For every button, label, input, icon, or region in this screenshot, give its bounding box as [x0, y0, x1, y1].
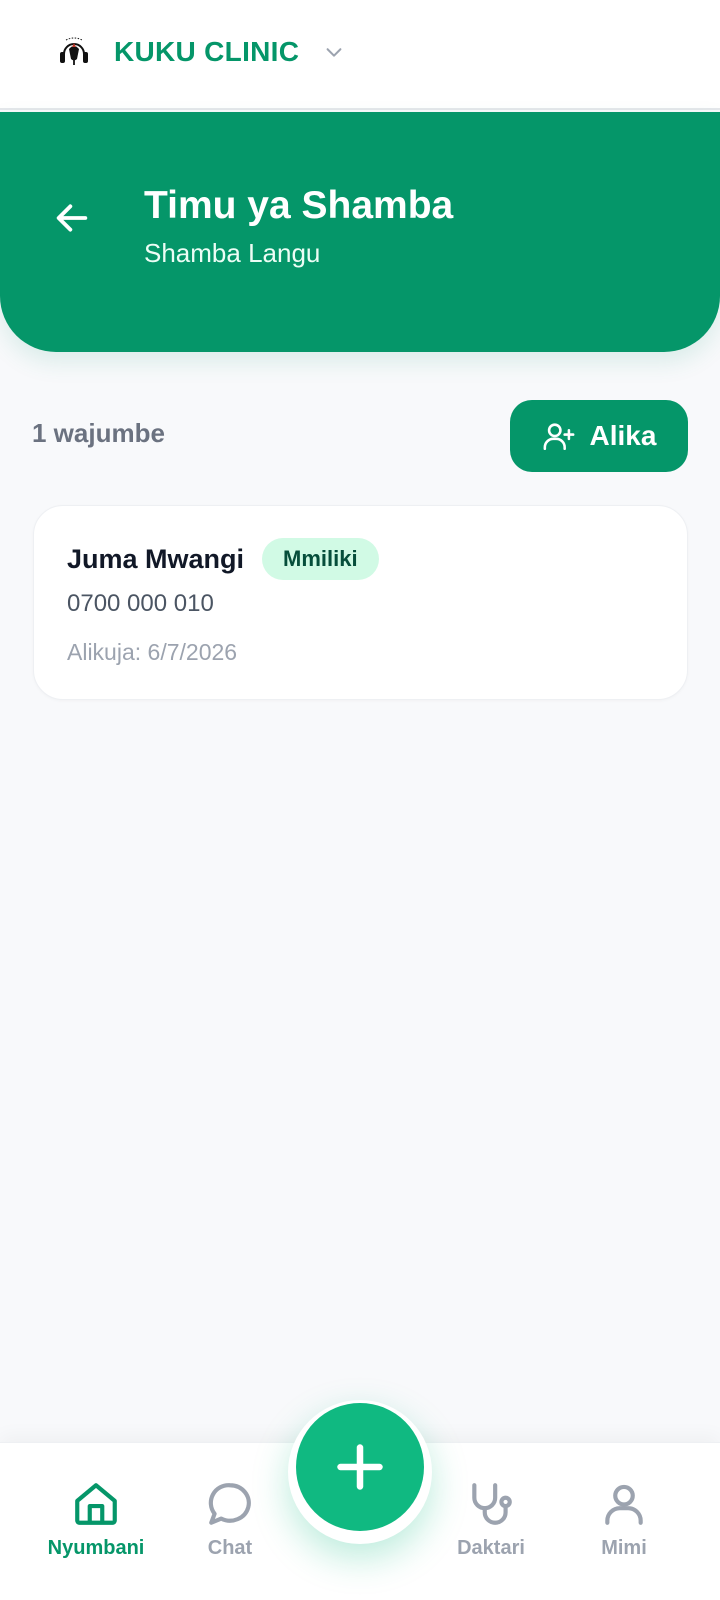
page-subtitle: Shamba Langu [144, 238, 321, 268]
nav-label-chat: Chat [207, 1537, 253, 1559]
home-icon [75, 1483, 117, 1525]
member-card[interactable]: Juma Mwangi Mmiliki 0700 000 010 Alikuja… [33, 505, 688, 700]
member-name: Juma Mwangi [67, 543, 245, 574]
invite-button-label: Alika [589, 420, 657, 451]
member-header: Juma Mwangi Mmiliki [67, 538, 379, 580]
nav-item-home[interactable]: Nyumbani [26, 1479, 166, 1560]
add-action-button[interactable] [296, 1403, 424, 1531]
clinic-switcher[interactable]: KUKU CLINIC [56, 34, 345, 70]
stethoscope-icon [472, 1483, 512, 1525]
user-icon [605, 1484, 643, 1525]
page-header: Timu ya Shamba Shamba Langu [0, 112, 720, 352]
member-count: 1 wajumbe [32, 418, 165, 448]
chat-bubble-icon [208, 1483, 251, 1525]
nav-label-mimi: Mimi [601, 1537, 647, 1559]
top-app-bar: KUKU CLINIC [0, 0, 720, 110]
nav-label-home: Nyumbani [47, 1537, 145, 1559]
nav-item-chat[interactable]: Chat [160, 1479, 300, 1560]
nav-item-mimi[interactable]: Mimi [554, 1479, 694, 1560]
rooster-logo-icon [60, 37, 88, 65]
back-button[interactable] [46, 192, 98, 244]
member-joined-date: Alikuja: 6/7/2026 [67, 639, 238, 665]
arrow-left-icon [56, 204, 88, 232]
member-phone: 0700 000 010 [67, 590, 214, 617]
nav-label-daktari: Daktari [457, 1537, 525, 1559]
nav-item-daktari[interactable]: Daktari [421, 1479, 561, 1560]
role-badge: Mmiliki [262, 538, 379, 580]
invite-button[interactable]: Alika [510, 400, 688, 472]
plus-icon [337, 1444, 383, 1490]
page-title: Timu ya Shamba [144, 184, 454, 227]
user-plus-icon [543, 423, 574, 451]
app-name: KUKU CLINIC [114, 36, 300, 67]
chevron-down-icon [326, 48, 342, 57]
